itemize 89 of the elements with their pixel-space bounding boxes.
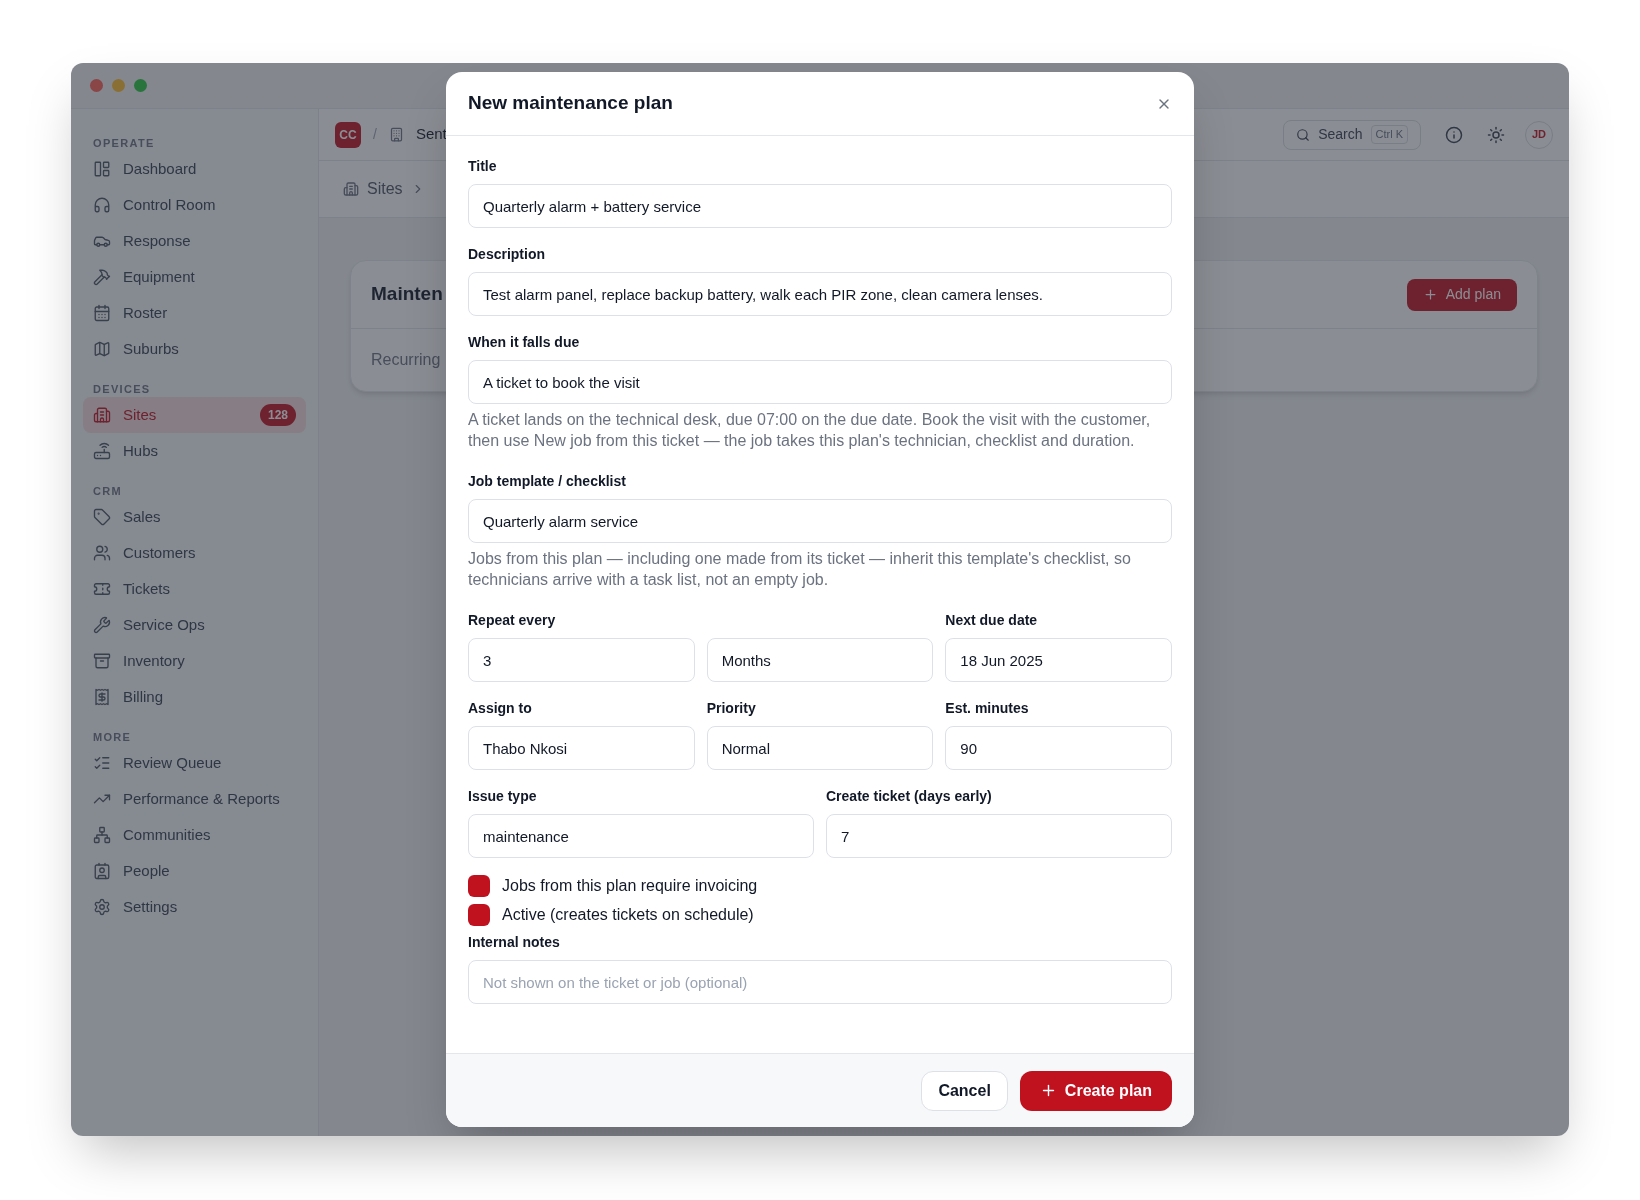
field-label: Repeat every	[468, 611, 556, 630]
count-badge: 128	[259, 404, 296, 426]
section-heading: DEVICES	[92, 381, 152, 397]
field-label: Description	[468, 245, 546, 264]
id-card-icon	[93, 862, 111, 880]
shortcut-key: Ctrl K	[1370, 125, 1408, 144]
map-icon	[93, 340, 111, 358]
section-heading: OPERATE	[92, 135, 156, 151]
settings-icon	[93, 898, 111, 916]
org-name[interactable]: Sent	[415, 123, 447, 146]
ticket-icon	[93, 580, 111, 598]
plus-icon	[1422, 287, 1438, 302]
sidebar-item[interactable]: Review Queue	[83, 745, 306, 781]
card-subtitle: Recurring	[371, 350, 441, 370]
sidebar-item[interactable]: Billing	[83, 679, 306, 715]
input-field[interactable]: Not shown on the ticket or job (optional)	[468, 960, 1172, 1004]
network-icon	[93, 826, 111, 844]
sidebar-item[interactable]: Dashboard	[83, 151, 306, 187]
help-text: A ticket lands on the technical desk, due 07:00 on the due date. Book the visit with the customer, then use New job from this ticket — the job takes this plan's technician, checklist and duration.	[468, 410, 1152, 451]
calendar-icon	[93, 304, 111, 322]
help-text: Jobs from this plan — including one made from its ticket — inherit this template's checklist, so technicians arrive with a task list, not an empty job.	[468, 549, 1132, 590]
card-title: Mainten	[371, 282, 443, 307]
sidebar-item[interactable]: Hubs	[83, 433, 306, 469]
section-heading: MORE	[92, 729, 133, 745]
org-badge[interactable]: CC	[335, 121, 361, 148]
input-field[interactable]: Test alarm panel, replace backup battery, walk each PIR zone, clean camera lenses.	[468, 272, 1172, 316]
input-field[interactable]: 7	[826, 814, 1172, 858]
input-field[interactable]: 18 Jun 2025	[945, 638, 1172, 682]
sidebar-item[interactable]: People	[83, 853, 306, 889]
field-label: When it falls due	[468, 333, 581, 352]
input-field[interactable]: A ticket to book the visit	[468, 360, 1172, 404]
info-icon[interactable]	[1445, 125, 1463, 144]
list-check-icon	[93, 754, 111, 772]
sidebar-item[interactable]: Performance & Reports	[83, 781, 306, 817]
archive-icon	[93, 652, 111, 670]
breadcrumb-link[interactable]: Sites	[367, 177, 403, 201]
checkbox[interactable]	[468, 903, 490, 926]
input-field[interactable]: Quarterly alarm + battery service	[468, 184, 1172, 228]
sidebar-item[interactable]: Roster	[83, 295, 306, 331]
sidebar-item[interactable]: Inventory	[83, 643, 306, 679]
input-field[interactable]: Thabo Nkosi	[468, 726, 695, 770]
building-icon	[93, 406, 111, 424]
field-label: Assign to	[468, 699, 532, 718]
field-label: Issue type	[468, 787, 537, 806]
field-label: Create ticket (days early)	[826, 787, 992, 806]
field-label: Title	[468, 157, 498, 176]
field-label: Priority	[706, 699, 756, 718]
headphones-icon	[93, 196, 111, 214]
building-icon	[388, 127, 404, 142]
receipt-icon	[93, 688, 111, 706]
field-label: Internal notes	[468, 933, 561, 952]
checkbox[interactable]	[468, 874, 490, 897]
sidebar-item[interactable]: Settings	[83, 889, 306, 925]
search-icon	[1296, 127, 1311, 142]
checkbox-label: Active (creates tickets on schedule)	[502, 904, 754, 925]
sidebar-item[interactable]: Sites 128	[83, 397, 306, 433]
router-icon	[93, 442, 111, 460]
dashboard-icon	[93, 160, 111, 178]
field-label: Job template / checklist	[468, 472, 627, 491]
section-heading: CRM	[92, 483, 123, 499]
cancel-button[interactable]: Cancel	[921, 1070, 1008, 1111]
breadcrumb-separator: /	[373, 125, 377, 144]
wrench-icon	[93, 616, 111, 634]
sidebar-item[interactable]: Tickets	[83, 571, 306, 607]
sidebar-item[interactable]: Customers	[83, 535, 306, 571]
tag-icon	[93, 508, 111, 526]
search-button[interactable]: Search Ctrl K	[1283, 119, 1421, 150]
sidebar-item[interactable]: Service Ops	[83, 607, 306, 643]
building-icon	[343, 181, 359, 197]
create-plan-button[interactable]: Create plan	[1019, 1070, 1172, 1111]
checkbox-label: Jobs from this plan require invoicing	[502, 875, 758, 896]
input-field[interactable]: Quarterly alarm service	[468, 499, 1172, 543]
input-field[interactable]: Normal	[706, 726, 934, 770]
field-label: Est. minutes	[945, 699, 1029, 718]
dialog-title: New maintenance plan	[468, 91, 674, 116]
sidebar-item[interactable]: Equipment	[83, 259, 306, 295]
add-plan-button[interactable]: Add plan	[1406, 278, 1517, 311]
sidebar-item[interactable]: Control Room	[83, 187, 306, 223]
sidebar-item[interactable]: Communities	[83, 817, 306, 853]
sidebar-item[interactable]: Response	[83, 223, 306, 259]
sidebar-item[interactable]: Suburbs	[83, 331, 306, 367]
theme-icon[interactable]	[1487, 125, 1505, 144]
field-label: Next due date	[945, 611, 1038, 630]
input-field[interactable]: maintenance	[468, 814, 814, 858]
input-field[interactable]: 3	[468, 638, 695, 682]
input-field[interactable]: Months	[706, 638, 934, 682]
input-field[interactable]: 90	[945, 726, 1172, 770]
users-icon	[93, 544, 111, 562]
sidebar-item[interactable]: Sales	[83, 499, 306, 535]
